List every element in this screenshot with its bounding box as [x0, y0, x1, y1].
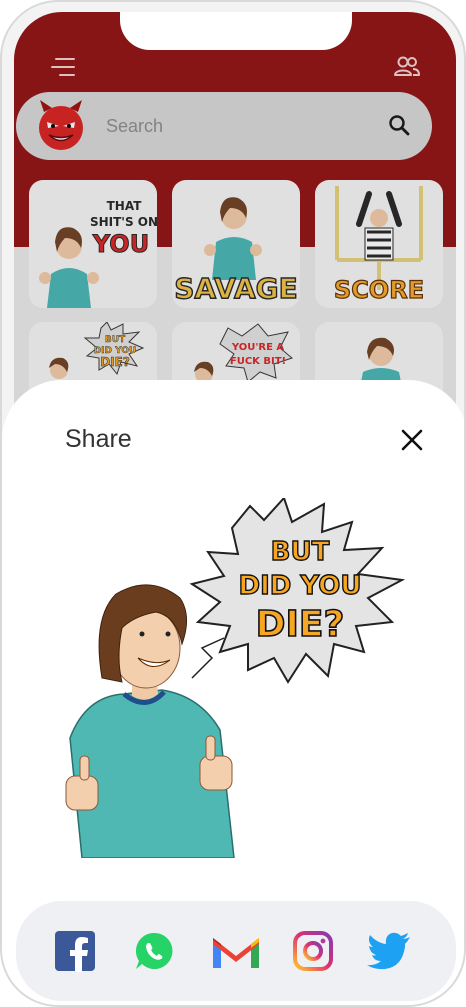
search-icon[interactable]: [388, 114, 410, 136]
close-icon[interactable]: [400, 428, 424, 452]
sticker-tile[interactable]: SAVAGE: [172, 180, 300, 308]
preview-caption: DID YOU: [238, 571, 361, 601]
search-input[interactable]: [106, 112, 366, 140]
sticker-preview: BUT DID YOU DIE?: [65, 498, 406, 858]
sticker-tile[interactable]: THAT SHIT'S ON YOU: [29, 180, 157, 308]
sticker-caption: SAVAGE: [174, 272, 297, 305]
sticker-tile[interactable]: SCORE: [315, 180, 443, 308]
users-icon[interactable]: [394, 54, 420, 78]
sticker-caption: SCORE: [334, 276, 424, 304]
share-sheet-title: Share: [65, 425, 132, 453]
sticker-caption: YOU'RE A: [231, 342, 285, 353]
sticker-caption: DIE?: [100, 355, 130, 369]
sticker-caption: THAT: [107, 199, 143, 213]
device-notch: [120, 12, 352, 50]
search-bar[interactable]: [16, 92, 432, 160]
guy-illustration: THAT SHIT'S ON YOU: [39, 199, 157, 308]
gmail-icon[interactable]: [209, 930, 263, 972]
devil-avatar-icon[interactable]: [34, 98, 88, 152]
facebook-icon[interactable]: [54, 930, 96, 972]
share-targets-bar: [16, 901, 456, 1001]
sticker-caption: YOU: [92, 230, 149, 258]
twitter-icon[interactable]: [366, 930, 412, 972]
sticker-caption: SHIT'S ON: [90, 215, 157, 229]
guy-illustration: SAVAGE: [174, 197, 298, 306]
instagram-icon[interactable]: [292, 930, 334, 972]
preview-caption: BUT: [271, 537, 330, 567]
whatsapp-icon[interactable]: [133, 930, 175, 972]
sticker-caption: FUCK BIT!: [230, 356, 286, 367]
referee-illustration: SCORE: [333, 186, 425, 305]
share-sheet: Share BUT DID YOU DIE?: [2, 380, 464, 1005]
preview-caption: DIE?: [256, 604, 345, 645]
menu-icon[interactable]: [50, 56, 76, 78]
sticker-caption: BUT: [105, 335, 126, 345]
phone-frame: THAT SHIT'S ON YOU SAVAGE: [0, 0, 466, 1007]
